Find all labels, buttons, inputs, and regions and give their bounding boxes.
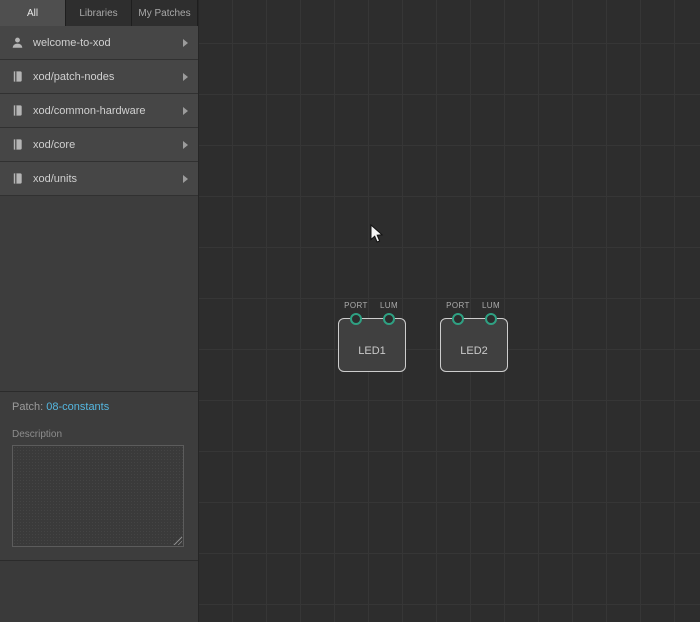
tab-my-patches[interactable]: My Patches [132, 0, 198, 26]
list-item-xod-units[interactable]: xod/units [0, 162, 198, 196]
list-item-welcome-to-xod[interactable]: welcome-to-xod [0, 26, 198, 60]
patch-canvas[interactable]: PORT LUM LED1 PORT LUM LED2 [199, 0, 700, 622]
pin-label-port: PORT [446, 301, 470, 310]
tab-all[interactable]: All [0, 0, 66, 26]
description-textarea[interactable] [12, 445, 184, 547]
user-icon [10, 36, 24, 50]
pin-label-lum: LUM [481, 301, 501, 310]
node-led2[interactable]: PORT LUM LED2 [440, 301, 508, 372]
chevron-right-icon[interactable] [183, 140, 188, 149]
library-list: welcome-to-xod xod/patch-nodes xod/commo… [0, 26, 198, 196]
pin-port[interactable] [452, 313, 464, 325]
chevron-right-icon[interactable] [183, 72, 188, 81]
description-label: Description [12, 429, 63, 440]
current-patch-link[interactable]: 08-constants [46, 401, 109, 413]
description-field-wrap [12, 445, 184, 547]
project-browser-sidebar: All Libraries My Patches welcome-to-xod … [0, 0, 199, 622]
pin-label-port: PORT [344, 301, 368, 310]
node-label: LED2 [460, 345, 488, 357]
pin-lum[interactable] [383, 313, 395, 325]
list-item-label: xod/common-hardware [33, 104, 146, 117]
chevron-right-icon[interactable] [183, 106, 188, 115]
book-icon [10, 172, 24, 186]
chevron-right-icon[interactable] [183, 38, 188, 47]
browser-tabbar: All Libraries My Patches [0, 0, 198, 26]
book-icon [10, 104, 24, 118]
patch-label: Patch: [12, 401, 44, 413]
list-item-label: xod/units [33, 172, 78, 185]
tab-libraries[interactable]: Libraries [66, 0, 132, 26]
list-item-xod-common-hardware[interactable]: xod/common-hardware [0, 94, 198, 128]
chevron-right-icon[interactable] [183, 174, 188, 183]
list-item-xod-patch-nodes[interactable]: xod/patch-nodes [0, 60, 198, 94]
list-item-label: xod/patch-nodes [33, 70, 115, 83]
list-item-label: xod/core [33, 138, 76, 151]
sidebar-empty-area [0, 196, 198, 391]
pin-port[interactable] [350, 313, 362, 325]
book-icon [10, 70, 24, 84]
patch-info-panel: Patch: 08-constants [0, 391, 198, 413]
pin-lum[interactable] [485, 313, 497, 325]
list-item-xod-core[interactable]: xod/core [0, 128, 198, 162]
list-item-label: welcome-to-xod [33, 36, 111, 49]
node-label: LED1 [358, 345, 386, 357]
sidebar-bottom-area [0, 560, 198, 622]
node-led1[interactable]: PORT LUM LED1 [338, 301, 406, 372]
book-icon [10, 138, 24, 152]
pin-label-lum: LUM [379, 301, 399, 310]
